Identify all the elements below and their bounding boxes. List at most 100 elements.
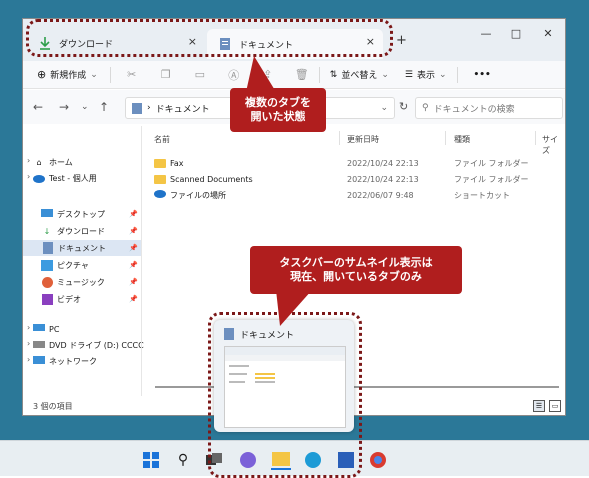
file-row[interactable]: Fax 2022/10/24 22:13 ファイル フォルダー <box>154 156 554 170</box>
breadcrumb-documents[interactable]: ドキュメント <box>156 102 210 115</box>
more-options-button[interactable]: ••• <box>474 70 491 80</box>
document-icon <box>132 102 142 114</box>
folder-icon <box>154 158 166 168</box>
delete-icon[interactable]: 🗑 <box>295 68 309 81</box>
copy-icon[interactable]: ❐ <box>159 68 173 81</box>
maximize-button[interactable]: □ <box>501 27 531 40</box>
search-input[interactable]: ⚲ ドキュメントの検索 <box>415 97 563 119</box>
sidebar-item-downloads[interactable]: ↓ ダウンロード <box>41 223 105 239</box>
refresh-icon[interactable]: ↻ <box>399 100 408 113</box>
column-header-type[interactable]: 種類 <box>454 134 470 145</box>
up-arrow-icon[interactable]: ↑ <box>99 100 109 114</box>
navigation-pane: › ⌂ ホーム › Test - 個人用 デスクトップ 📌 ↓ ダウンロード 📌… <box>23 126 144 396</box>
file-row[interactable]: ファイルの場所 2022/06/07 9:48 ショートカット <box>154 188 554 202</box>
sidebar-item-label: ミュージック <box>57 277 105 287</box>
chevron-down-icon: ⌄ <box>90 69 98 80</box>
sidebar-item-pictures[interactable]: ピクチャ <box>41 257 89 273</box>
sort-button[interactable]: ⇅ 並べ替え ⌄ <box>329 68 389 82</box>
tiles-view-icon[interactable]: ▭ <box>549 400 561 412</box>
address-chevron-icon[interactable]: ⌄ <box>380 103 388 113</box>
recent-chevron-icon[interactable]: ⌄ <box>81 102 89 112</box>
expand-chevron-icon[interactable]: › <box>27 339 30 348</box>
chrome-icon[interactable] <box>368 450 388 470</box>
column-header-size[interactable]: サイズ <box>542 134 565 156</box>
start-icon[interactable] <box>141 450 161 470</box>
file-row[interactable]: Scanned Documents 2022/10/24 22:13 ファイル … <box>154 172 554 186</box>
expand-chevron-icon[interactable]: › <box>27 355 30 364</box>
paste-icon[interactable]: ▭ <box>193 68 207 81</box>
sidebar-item-pc[interactable]: PC <box>33 321 59 337</box>
file-date: 2022/10/24 22:13 <box>347 174 419 184</box>
network-icon <box>33 355 45 367</box>
details-view-icon[interactable]: ☰ <box>533 400 545 412</box>
rename-icon[interactable]: Ⓐ <box>227 67 241 83</box>
file-type: ファイル フォルダー <box>454 158 529 168</box>
sort-label: 並べ替え <box>341 71 378 81</box>
sidebar-item-label: ネットワーク <box>49 356 97 366</box>
sidebar-item-label: ダウンロード <box>57 226 105 236</box>
close-window-button[interactable]: ✕ <box>533 27 563 40</box>
pin-icon[interactable]: 📌 <box>129 261 138 269</box>
column-separator[interactable] <box>339 131 340 145</box>
desktop-icon <box>41 208 53 220</box>
sidebar-item-onedrive[interactable]: Test - 個人用 <box>33 170 97 186</box>
forward-arrow-icon[interactable]: → <box>59 100 69 114</box>
sidebar-item-dvd[interactable]: DVD ドライブ (D:) CCCC <box>33 337 144 353</box>
pin-icon[interactable]: 📌 <box>129 210 138 218</box>
folder-icon <box>154 174 166 184</box>
sidebar-item-home[interactable]: ⌂ ホーム <box>33 154 72 170</box>
breadcrumb-separator: › <box>147 103 151 113</box>
column-header-date[interactable]: 更新日時 <box>347 134 379 145</box>
sidebar-item-network[interactable]: ネットワーク <box>33 353 97 369</box>
sidebar-item-music[interactable]: ミュージック <box>41 274 105 290</box>
thumbnail-highlight <box>208 312 362 478</box>
expand-chevron-icon[interactable]: › <box>27 156 30 165</box>
sidebar-item-label: ドキュメント <box>58 243 106 253</box>
expand-chevron-icon[interactable]: › <box>27 172 30 181</box>
file-type: ショートカット <box>454 190 510 200</box>
new-label: 新規作成 <box>50 71 87 81</box>
search-placeholder: ドキュメントの検索 <box>433 104 515 115</box>
chevron-down-icon: ⌄ <box>381 69 389 80</box>
pin-icon[interactable]: 📌 <box>129 278 138 286</box>
dvd-icon <box>33 339 45 351</box>
tabs-callout: 複数のタブを 開いた状態 <box>230 88 326 132</box>
file-name: Scanned Documents <box>170 174 253 184</box>
column-separator[interactable] <box>445 131 446 145</box>
new-tab-button[interactable]: + <box>396 33 407 48</box>
music-icon <box>41 276 53 288</box>
thumbnail-callout: タスクバーのサムネイル表示は 現在、開いているタブのみ <box>250 246 462 294</box>
callout-text: タスクバーのサムネイル表示は <box>279 256 433 269</box>
divider <box>318 66 320 83</box>
divider <box>109 66 111 83</box>
cloud-icon <box>33 172 45 184</box>
callout-pointer-thumbnail <box>276 290 312 326</box>
sort-icon: ⇅ <box>329 69 338 80</box>
file-name: Fax <box>170 158 184 168</box>
cut-icon[interactable]: ✂ <box>125 68 139 81</box>
pin-icon[interactable]: 📌 <box>129 295 138 303</box>
view-button[interactable]: ☰ 表示 ⌄ <box>404 68 447 82</box>
sidebar-item-label: DVD ドライブ (D:) CCCC <box>49 340 144 350</box>
sidebar-item-documents[interactable]: ドキュメント <box>23 240 141 256</box>
shortcut-cloud-icon <box>154 189 166 201</box>
sidebar-item-label: ビデオ <box>57 294 81 304</box>
sidebar-item-label: Test - 個人用 <box>49 173 97 183</box>
home-icon: ⌂ <box>36 157 42 167</box>
sidebar-item-videos[interactable]: ビデオ <box>41 291 81 307</box>
expand-chevron-icon[interactable]: › <box>27 323 30 332</box>
pane-divider[interactable] <box>141 126 142 396</box>
minimize-button[interactable]: — <box>471 27 501 40</box>
search-icon[interactable]: ⚲ <box>173 450 193 470</box>
sidebar-item-desktop[interactable]: デスクトップ <box>41 206 105 222</box>
column-header-name[interactable]: 名前 <box>154 134 170 145</box>
back-arrow-icon[interactable]: ← <box>33 100 43 114</box>
view-lines-icon: ☰ <box>404 69 413 80</box>
pin-icon[interactable]: 📌 <box>129 244 138 252</box>
column-separator[interactable] <box>535 131 536 145</box>
callout-text: 現在、開いているタブのみ <box>290 270 422 283</box>
new-button[interactable]: ⊕ 新規作成 ⌄ <box>37 68 98 81</box>
pin-icon[interactable]: 📌 <box>129 227 138 235</box>
file-date: 2022/06/07 9:48 <box>347 190 414 200</box>
search-icon: ⚲ <box>422 103 429 113</box>
